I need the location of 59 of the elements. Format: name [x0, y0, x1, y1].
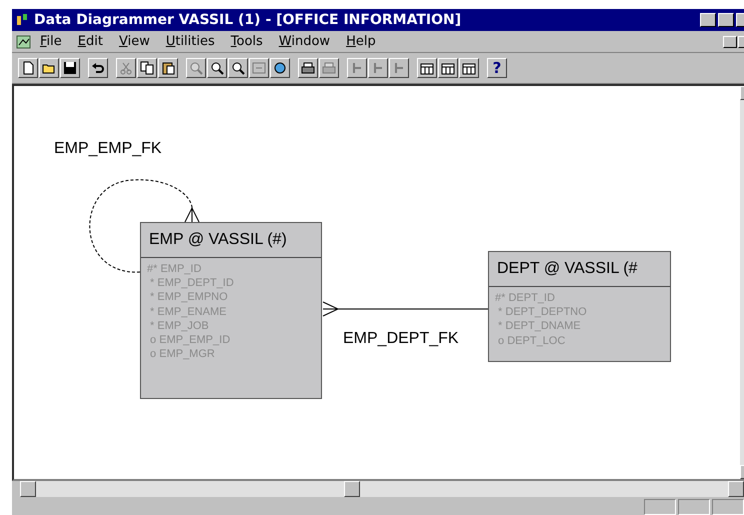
- magnifier-icon: [188, 60, 204, 76]
- undo-icon: [90, 60, 106, 76]
- magnifier-icon: [209, 60, 225, 76]
- attribute-text: o EMP_MGR: [149, 347, 216, 362]
- toolbar-button[interactable]: [459, 58, 479, 78]
- toolbar-button[interactable]: [18, 58, 38, 78]
- attribute-text: * EMP_ENAME: [149, 304, 228, 319]
- copy-icon: [139, 60, 155, 76]
- status-pane: [712, 499, 744, 515]
- printer-icon: [321, 60, 337, 76]
- toolbar-button[interactable]: [438, 58, 458, 78]
- attribute-text: * DEPT_DEPTNO: [497, 305, 588, 320]
- menu-item[interactable]: View: [110, 34, 158, 49]
- toolbar-button[interactable]: [228, 58, 248, 78]
- frame-icon: [251, 60, 267, 76]
- menu-item[interactable]: Edit: [70, 34, 111, 49]
- attribute-text: * EMP_EMPNO: [149, 290, 229, 305]
- relationship-label: EMP_DEPT_FK: [343, 330, 459, 348]
- minimize-button[interactable]: [723, 36, 737, 48]
- horizontal-scrollbar[interactable]: [20, 481, 744, 497]
- entity-title: DEPT @ VASSIL (#: [489, 252, 670, 287]
- entity-box[interactable]: DEPT @ VASSIL (# #* DEPT_ID * DEPT_DEPTNO * DEPT_DNAME o DEPT_LOC: [488, 251, 671, 362]
- globe-icon: [272, 60, 288, 76]
- menu-item[interactable]: Help: [338, 34, 384, 49]
- toolbar-button[interactable]: [60, 58, 80, 78]
- attribute-text: #* DEPT_ID: [495, 291, 556, 306]
- scissors-icon: [118, 60, 134, 76]
- relationship-label: EMP_EMP_FK: [54, 140, 162, 158]
- toolbar-button[interactable]: [39, 58, 59, 78]
- toolbar-button[interactable]: [270, 58, 290, 78]
- toolbar-button[interactable]: [298, 58, 318, 78]
- menu-item[interactable]: Utilities: [158, 34, 223, 49]
- menu-item[interactable]: Window: [270, 34, 338, 49]
- document-icon[interactable]: [16, 34, 32, 50]
- attribute-text: * EMP_DEPT_ID: [149, 276, 235, 290]
- magnifier-icon: [230, 60, 246, 76]
- clipboard-icon: [160, 60, 176, 76]
- minimize-button[interactable]: [700, 13, 716, 27]
- window-title: Data Diagrammer VASSIL (1) - [OFFICE INFORMATION]: [34, 12, 462, 28]
- printer-icon: [300, 60, 316, 76]
- toolbar-button[interactable]: [158, 58, 178, 78]
- toolbar-button[interactable]: [417, 58, 437, 78]
- attribute-text: * DEPT_DNAME: [497, 319, 582, 334]
- attribute-text: * EMP_JOB: [149, 318, 210, 334]
- entity-box[interactable]: EMP @ VASSIL (#) #* EMP_ID * EMP_DEPT_ID * EMP_EMPNO * EMP_ENAME * EMP_JOB o EMP_EMP_ID o EMP_MGR: [140, 222, 322, 399]
- attribute-text: #* EMP_ID: [147, 262, 202, 276]
- toolbar-button[interactable]: [88, 58, 108, 78]
- attribute-text: o EMP_EMP_ID: [149, 333, 232, 348]
- app-icon: [16, 13, 30, 27]
- toolbar-button[interactable]: [207, 58, 227, 78]
- menu-item[interactable]: Tools: [222, 34, 271, 49]
- entity-title: EMP @ VASSIL (#): [141, 223, 321, 258]
- status-pane: [678, 499, 710, 515]
- status-pane: [644, 499, 676, 515]
- maximize-button[interactable]: [718, 13, 734, 27]
- help-button[interactable]: ?: [487, 58, 507, 78]
- menu-item[interactable]: File: [32, 34, 70, 49]
- toolbar-button[interactable]: [137, 58, 157, 78]
- attribute-text: o DEPT_LOC: [497, 334, 566, 348]
